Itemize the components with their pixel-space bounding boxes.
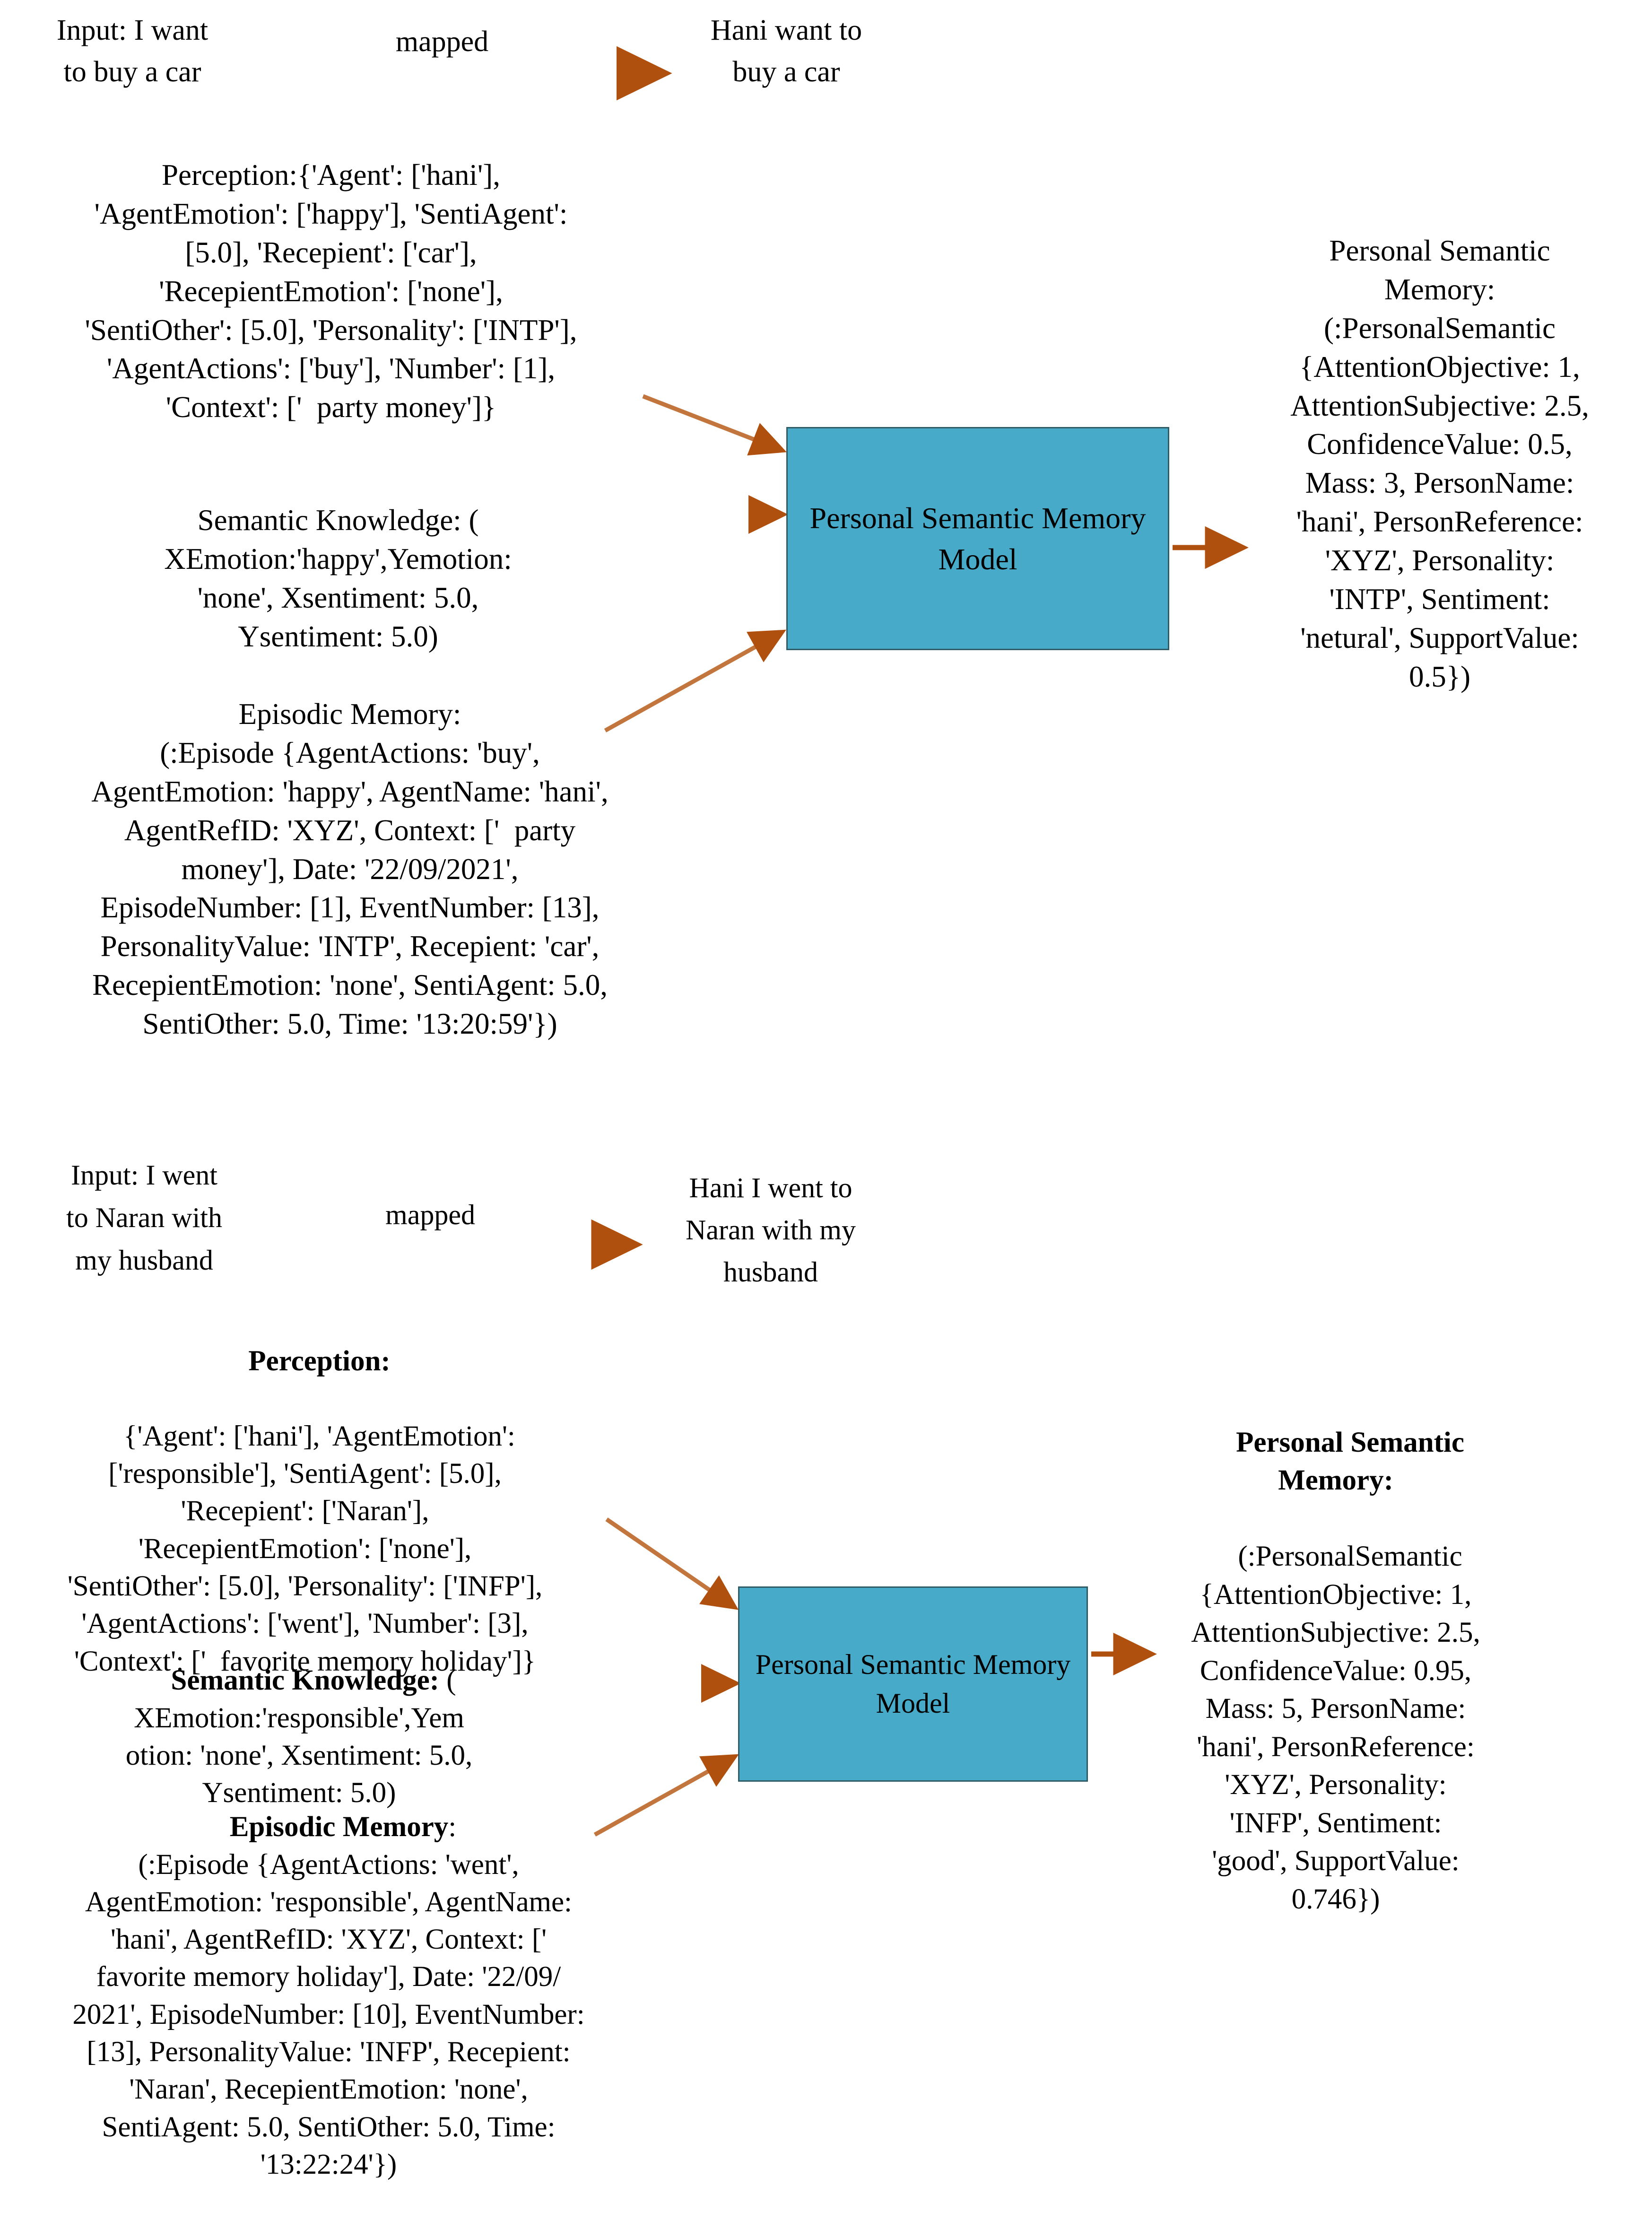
section1-semantic-knowledge-text: Semantic Knowledge: ( XEmotion:'happy',Y… — [164, 504, 512, 653]
section2-episodic-body: : (:Episode {AgentActions: 'went', Agent… — [72, 1811, 585, 2180]
perception-arrow-1 — [642, 394, 787, 456]
model-box-2-label: Personal Semantic Memory Model — [755, 1648, 1071, 1719]
section2-input-text: Input: I went to Naran with my husband — [66, 1159, 222, 1276]
personal-semantic-memory-model-box-2[interactable]: Personal Semantic Memory Model — [738, 1586, 1088, 1782]
perception-arrow-2 — [605, 1517, 739, 1610]
section2-perception-heading: Perception: — [248, 1345, 391, 1377]
section1-episodic-memory-text: Episodic Memory: (:Episode {AgentActions… — [91, 697, 609, 1041]
section1-perception-text: Perception:{'Agent': ['hani'], 'AgentEmo… — [85, 158, 577, 424]
section2-semantic-heading: Semantic Knowledge: — [171, 1664, 439, 1697]
model-box-1-label: Personal Semantic Memory Model — [809, 501, 1146, 576]
section2-psm-body: (:PersonalSemantic {AttentionObjective: … — [1191, 1541, 1480, 1915]
section1-mapped-output: Hani want to buy a car — [710, 14, 862, 88]
section2-episodic-memory-block: Episodic Memory: (:Episode {AgentActions… — [0, 1771, 657, 2221]
diagram-canvas: Input: I want to buy a car mapped Hani w… — [0, 0, 1652, 2197]
section1-input-text: Input: I want to buy a car — [56, 14, 209, 88]
personal-semantic-memory-model-box-1[interactable]: Personal Semantic Memory Model — [786, 427, 1169, 650]
section2-psm-heading: Personal Semantic Memory: — [1236, 1426, 1464, 1497]
section1-mapped-label: mapped — [395, 26, 489, 58]
section2-personal-semantic-memory-block: Personal Semantic Memory: (:PersonalSema… — [1149, 1385, 1522, 1957]
section2-episodic-heading: Episodic Memory — [229, 1811, 449, 1843]
section2-mapped-output: Hani I went to Naran with my husband — [686, 1172, 856, 1288]
section2-mapped-label: mapped — [385, 1199, 475, 1230]
section1-personal-semantic-memory-text: Personal Semantic Memory: (:PersonalSema… — [1290, 234, 1589, 693]
